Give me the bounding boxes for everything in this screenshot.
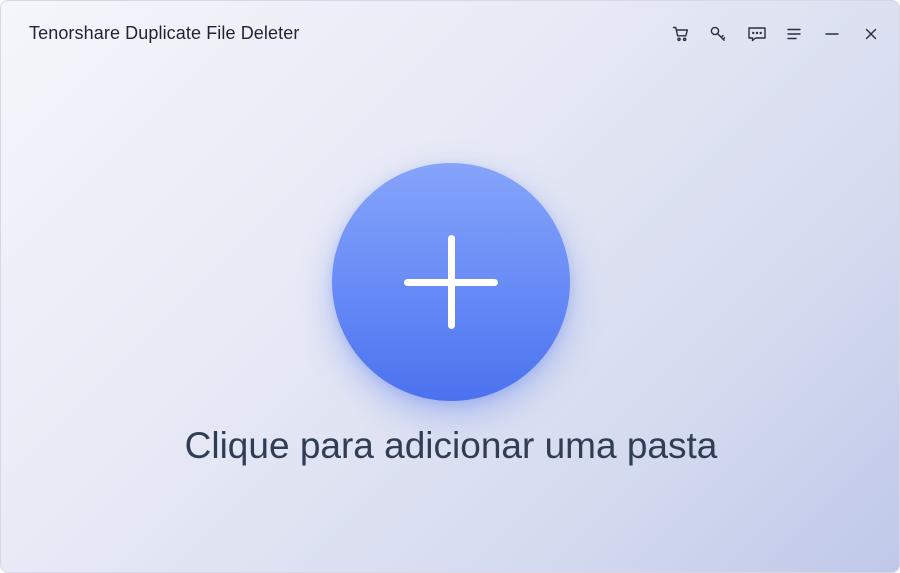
feedback-button[interactable] bbox=[746, 23, 768, 45]
key-icon bbox=[709, 25, 727, 43]
feedback-icon bbox=[747, 25, 767, 43]
add-folder-button[interactable] bbox=[332, 163, 570, 401]
close-icon bbox=[864, 27, 878, 41]
minimize-button[interactable] bbox=[821, 23, 843, 45]
close-button[interactable] bbox=[860, 23, 882, 45]
buy-button[interactable] bbox=[670, 23, 692, 45]
app-window: Tenorshare Duplicate File Deleter Clique… bbox=[0, 0, 900, 573]
minimize-icon bbox=[824, 26, 840, 42]
titlebar: Tenorshare Duplicate File Deleter bbox=[1, 1, 899, 67]
menu-icon bbox=[786, 26, 802, 42]
register-button[interactable] bbox=[707, 23, 729, 45]
cart-icon bbox=[672, 25, 690, 43]
app-title: Tenorshare Duplicate File Deleter bbox=[29, 23, 300, 43]
menu-button[interactable] bbox=[783, 23, 805, 45]
add-folder-label[interactable]: Clique para adicionar uma pasta bbox=[1, 425, 899, 467]
